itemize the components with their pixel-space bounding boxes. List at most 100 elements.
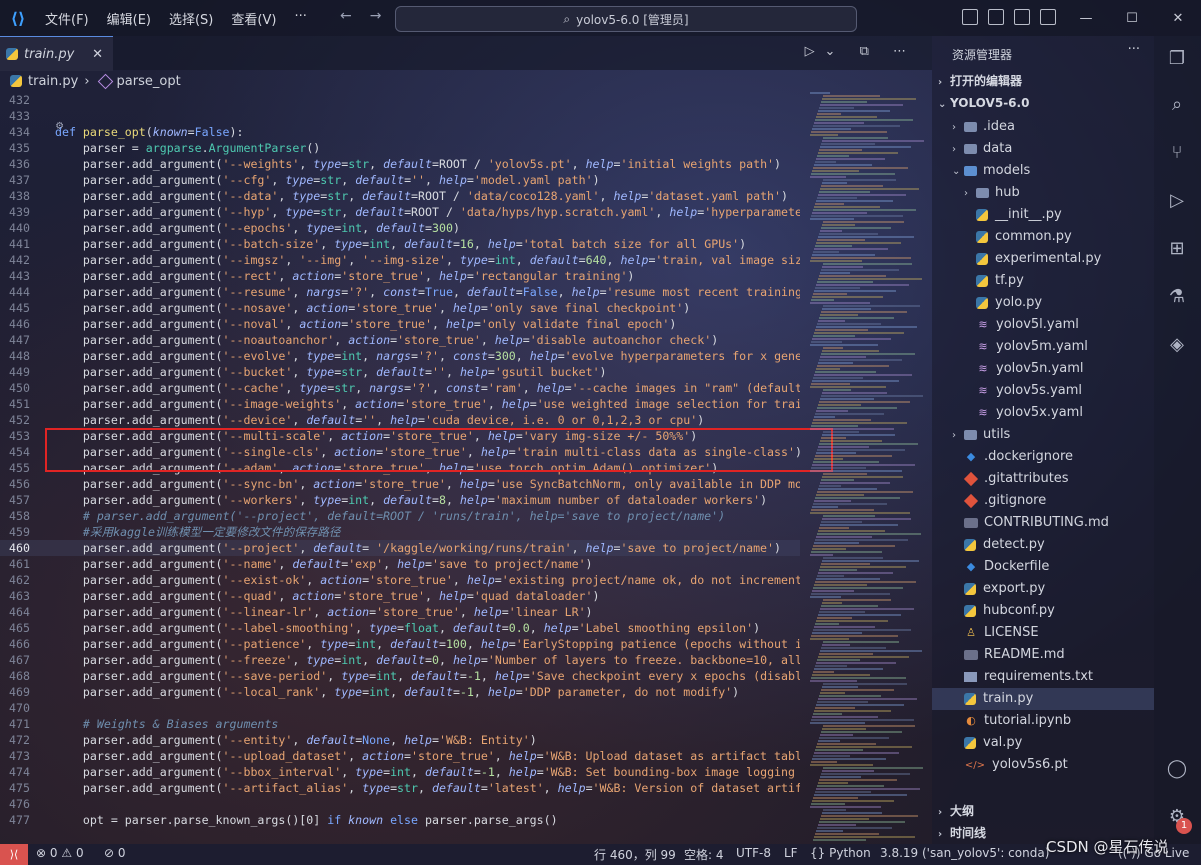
file-tree-item[interactable]: ◐ tutorial.ipynb: [932, 710, 1154, 732]
code-line[interactable]: 460 parser.add_argument('--project', def…: [0, 540, 800, 556]
code-line[interactable]: 463 parser.add_argument('--quad', action…: [0, 588, 800, 604]
remote-indicator-icon[interactable]: ⟩⟨: [0, 844, 28, 865]
workspace-root[interactable]: ⌄ YOLOV5-6.0: [932, 92, 1154, 114]
encoding[interactable]: UTF-8: [736, 846, 771, 860]
code-line[interactable]: 435 parser = argparse.ArgumentParser(): [0, 140, 800, 156]
minimize-icon[interactable]: —: [1063, 11, 1109, 26]
file-tree-item[interactable]: hubconf.py: [932, 600, 1154, 622]
tab-train-py[interactable]: train.py ✕: [0, 36, 113, 71]
testing-icon[interactable]: ⚗: [1166, 286, 1188, 308]
minimap[interactable]: [808, 92, 926, 841]
customize-layout-icon[interactable]: [1040, 9, 1056, 25]
code-line[interactable]: 461 parser.add_argument('--name', defaul…: [0, 556, 800, 572]
code-line[interactable]: 476: [0, 796, 800, 812]
layout-controls[interactable]: [962, 9, 1056, 25]
code-line[interactable]: 456 parser.add_argument('--sync-bn', act…: [0, 476, 800, 492]
file-tree-item[interactable]: export.py: [932, 578, 1154, 600]
file-tree-item[interactable]: ≋ yolov5l.yaml: [932, 314, 1154, 336]
file-tree-item[interactable]: __init__.py: [932, 204, 1154, 226]
search-icon[interactable]: ⌕: [1166, 94, 1188, 116]
breadcrumb-file[interactable]: train.py: [28, 74, 78, 89]
code-line[interactable]: 458 # parser.add_argument('--project', d…: [0, 508, 800, 524]
close-window-icon[interactable]: ✕: [1155, 11, 1201, 26]
file-tree-item[interactable]: tf.py: [932, 270, 1154, 292]
code-line[interactable]: 465 parser.add_argument('--label-smoothi…: [0, 620, 800, 636]
file-tree-item[interactable]: train.py: [932, 688, 1154, 710]
code-line[interactable]: 471 # Weights & Biases arguments: [0, 716, 800, 732]
file-tree-item[interactable]: </> yolov5s6.pt: [932, 754, 1154, 776]
file-tree-item[interactable]: ≋ yolov5m.yaml: [932, 336, 1154, 358]
nav-arrows[interactable]: ←→: [340, 8, 399, 24]
toggle-secondary-sidebar-icon[interactable]: [1014, 9, 1030, 25]
code-line[interactable]: 469 parser.add_argument('--local_rank', …: [0, 684, 800, 700]
menu-item[interactable]: 文件(F): [36, 9, 98, 28]
code-line[interactable]: 475 parser.add_argument('--artifact_alia…: [0, 780, 800, 796]
ports-indicator[interactable]: ⊘ 0: [104, 846, 126, 860]
code-line[interactable]: 440 parser.add_argument('--epochs', type…: [0, 220, 800, 236]
code-line[interactable]: 459 #采用kaggle训练模型一定要修改文件的保存路径: [0, 524, 800, 540]
source-control-icon[interactable]: ⑂: [1166, 142, 1188, 164]
file-tree-item[interactable]: experimental.py: [932, 248, 1154, 270]
file-tree-item[interactable]: .gitignore: [932, 490, 1154, 512]
file-tree-item[interactable]: requirements.txt: [932, 666, 1154, 688]
code-line[interactable]: 433: [0, 108, 800, 124]
file-tree-item[interactable]: › data: [932, 138, 1154, 160]
file-tree-item[interactable]: ≋ yolov5s.yaml: [932, 380, 1154, 402]
file-tree-item[interactable]: yolo.py: [932, 292, 1154, 314]
outline-section[interactable]: › 大纲: [932, 800, 1154, 822]
code-line[interactable]: 443 parser.add_argument('--rect', action…: [0, 268, 800, 284]
file-tree-item[interactable]: .gitattributes: [932, 468, 1154, 490]
code-line[interactable]: 432: [0, 92, 800, 108]
run-debug-icon[interactable]: ▷: [1166, 190, 1188, 212]
more-actions-icon[interactable]: ···: [1128, 42, 1140, 57]
code-line[interactable]: 449 parser.add_argument('--bucket', type…: [0, 364, 800, 380]
python-interpreter[interactable]: 3.8.19 ('san_yolov5': conda): [880, 846, 1049, 860]
extensions-icon[interactable]: ⊞: [1166, 238, 1188, 260]
cursor-position[interactable]: 行 460，列 99: [594, 846, 676, 863]
code-line[interactable]: 472 parser.add_argument('--entity', defa…: [0, 732, 800, 748]
file-tree-item[interactable]: ◆ Dockerfile: [932, 556, 1154, 578]
maximize-icon[interactable]: ☐: [1109, 11, 1155, 26]
code-line[interactable]: 447 parser.add_argument('--noautoanchor'…: [0, 332, 800, 348]
code-line[interactable]: 445 parser.add_argument('--nosave', acti…: [0, 300, 800, 316]
code-line[interactable]: 470: [0, 700, 800, 716]
toggle-sidebar-icon[interactable]: [962, 9, 978, 25]
code-line[interactable]: 441 parser.add_argument('--batch-size', …: [0, 236, 800, 252]
file-tree-item[interactable]: ≋ yolov5x.yaml: [932, 402, 1154, 424]
code-line[interactable]: 434 def parse_opt(known=False):: [0, 124, 800, 140]
code-line[interactable]: 437 parser.add_argument('--cfg', type = st…: [0, 172, 800, 188]
file-tree-item[interactable]: detect.py: [932, 534, 1154, 556]
code-line[interactable]: 444 parser.add_argument('--resume', narg…: [0, 284, 800, 300]
code-line[interactable]: 473 parser.add_argument('--upload_datase…: [0, 748, 800, 764]
problems-indicator[interactable]: ⊗ 0 ⚠ 0: [36, 846, 84, 860]
file-tree-item[interactable]: ♙ LICENSE: [932, 622, 1154, 644]
menu-item[interactable]: 编辑(E): [98, 9, 160, 28]
code-line[interactable]: 452 parser.add_argument('--device', defa…: [0, 412, 800, 428]
code-line[interactable]: 466 parser.add_argument('--patience', ty…: [0, 636, 800, 652]
file-tree-item[interactable]: ◆ .dockerignore: [932, 446, 1154, 468]
open-editors-section[interactable]: › 打开的编辑器: [932, 70, 1154, 92]
toggle-panel-icon[interactable]: [988, 9, 1004, 25]
menu-item[interactable]: 选择(S): [160, 9, 222, 28]
code-line[interactable]: 462 parser.add_argument('--exist-ok', ac…: [0, 572, 800, 588]
remote-explorer-icon[interactable]: ◈: [1166, 334, 1188, 356]
code-line[interactable]: 448 parser.add_argument('--evolve', type…: [0, 348, 800, 364]
file-tree-item[interactable]: › utils: [932, 424, 1154, 446]
indentation[interactable]: 空格: 4: [684, 846, 724, 863]
file-tree-item[interactable]: › .idea: [932, 116, 1154, 138]
code-line[interactable]: 451 parser.add_argument('--image-weights…: [0, 396, 800, 412]
editor-actions[interactable]: ▷⌄ ⧉ ⋯: [805, 44, 916, 59]
tab-close-icon[interactable]: ✕: [92, 47, 103, 62]
account-icon[interactable]: ◯: [1166, 758, 1188, 780]
file-tree-item[interactable]: ⌄ models: [932, 160, 1154, 182]
file-tree-item[interactable]: ≋ yolov5n.yaml: [932, 358, 1154, 380]
code-line[interactable]: 442 parser.add_argument('--imgsz', '--im…: [0, 252, 800, 268]
file-tree-item[interactable]: val.py: [932, 732, 1154, 754]
file-tree-item[interactable]: common.py: [932, 226, 1154, 248]
menu-item[interactable]: 查看(V): [222, 9, 285, 28]
file-tree-item[interactable]: › hub: [932, 182, 1154, 204]
command-center[interactable]: ⌕ yolov5-6.0 [管理员]: [395, 6, 857, 32]
code-line[interactable]: 439 parser.add_argument('--hyp', type=st…: [0, 204, 800, 220]
code-line[interactable]: 468 parser.add_argument('--save-period',…: [0, 668, 800, 684]
file-tree-item[interactable]: README.md: [932, 644, 1154, 666]
